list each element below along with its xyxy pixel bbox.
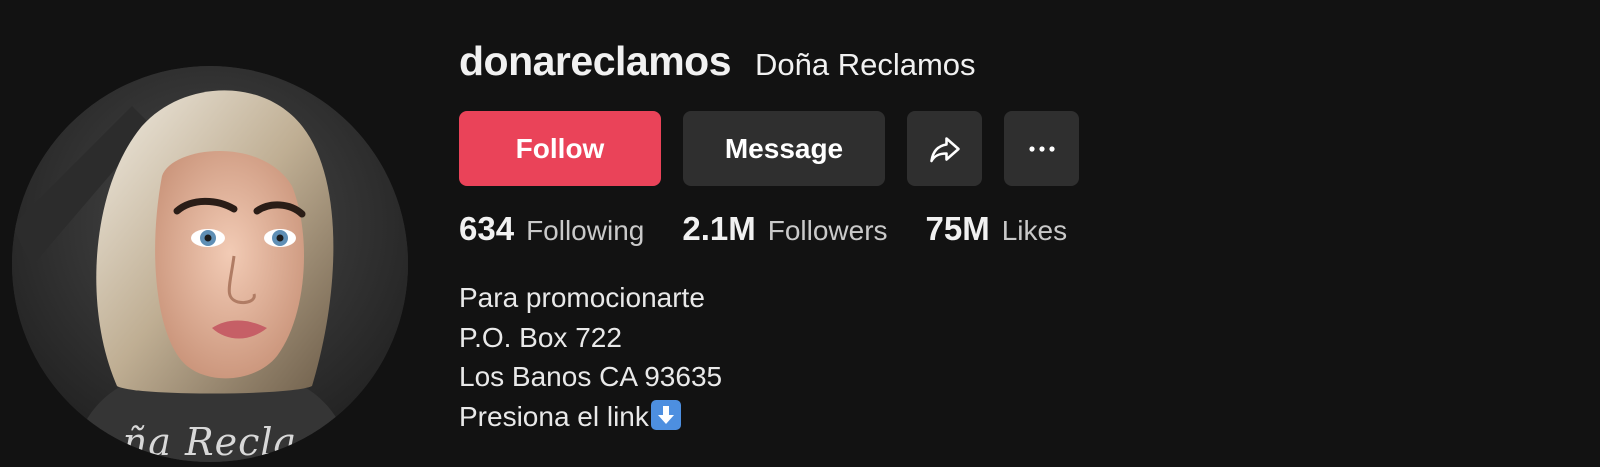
bio-line: Los Banos CA 93635 <box>459 361 723 392</box>
stat-following[interactable]: 634 Following <box>459 210 644 248</box>
avatar-caption: ña Recla <box>122 420 298 462</box>
profile-stats: 634 Following 2.1M Followers 75M Likes <box>459 210 1105 248</box>
bio: Para promocionarte P.O. Box 722 Los Bano… <box>459 278 722 436</box>
bio-line-text: Presiona el link <box>459 400 649 432</box>
stat-value: 75M <box>925 210 990 247</box>
avatar[interactable]: ña Recla <box>12 66 408 462</box>
stat-likes: 75M Likes <box>926 210 1068 248</box>
profile-header: ña Recla donareclamos Doña Reclamos Foll… <box>0 0 1600 467</box>
nickname: Doña Reclamos <box>755 47 976 82</box>
stat-label: Likes <box>1001 215 1068 246</box>
bio-line: P.O. Box 722 <box>459 321 622 353</box>
down-arrow-emoji-icon <box>650 399 681 430</box>
username: donareclamos <box>459 38 732 84</box>
stat-value: 2.1M <box>682 210 756 247</box>
action-buttons: Follow Message <box>459 111 1079 186</box>
stat-label: Followers <box>767 215 888 246</box>
stat-label: Following <box>526 215 645 246</box>
message-button[interactable]: Message <box>683 111 885 186</box>
share-arrow-icon <box>929 136 960 162</box>
follow-button[interactable]: Follow <box>459 111 661 186</box>
stat-followers[interactable]: 2.1M Followers <box>682 210 887 248</box>
profile-title-row: donareclamos Doña Reclamos <box>459 38 976 85</box>
more-options-button[interactable] <box>1004 111 1079 186</box>
bio-line: Para promocionarte <box>459 282 705 313</box>
stat-value: 634 <box>459 210 515 247</box>
avatar-illustration <box>12 66 408 462</box>
bio-line-last: Presiona el link <box>459 397 722 437</box>
share-button[interactable] <box>907 111 982 186</box>
more-horizontal-icon <box>1028 145 1055 152</box>
